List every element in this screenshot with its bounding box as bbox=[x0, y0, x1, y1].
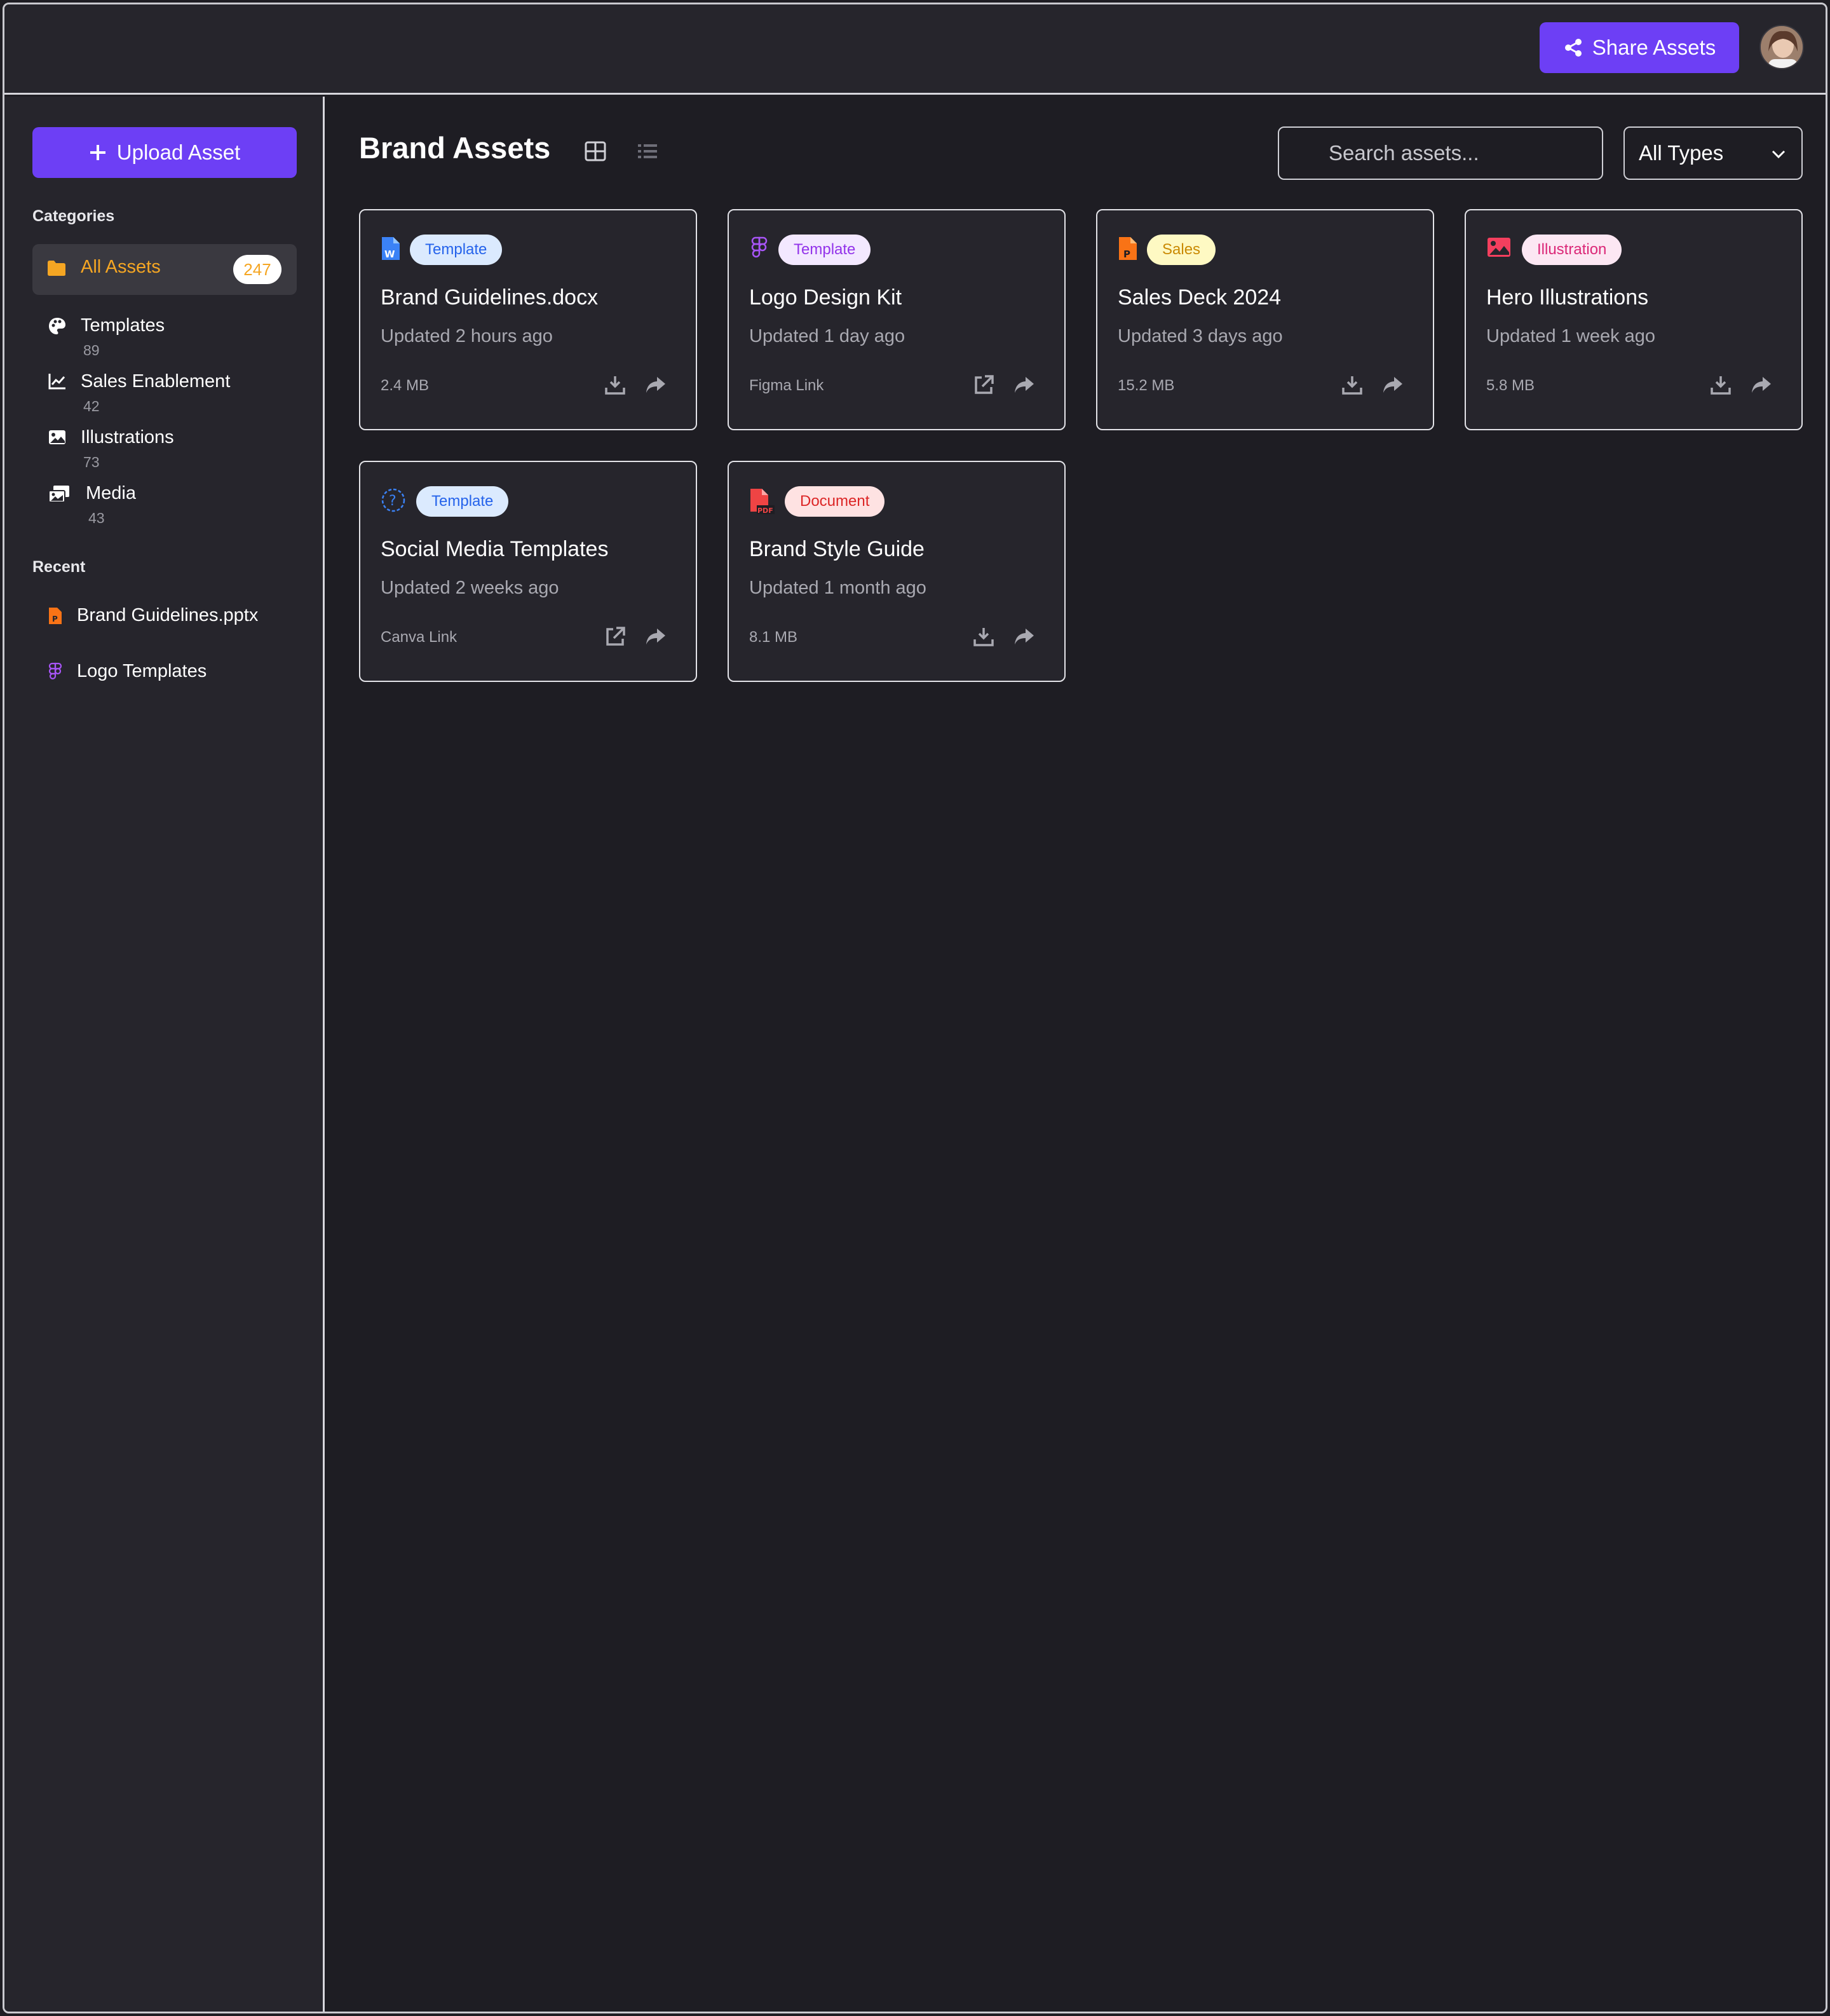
asset-link-type: Canva Link bbox=[381, 629, 458, 646]
share-icon[interactable] bbox=[1013, 374, 1035, 396]
share-assets-button[interactable]: Share Assets bbox=[1540, 22, 1739, 73]
category-count: 42 bbox=[83, 398, 100, 414]
svg-text:PDF: PDF bbox=[757, 507, 773, 514]
powerpoint-file-icon: P bbox=[1119, 237, 1137, 260]
share-assets-label: Share Assets bbox=[1592, 36, 1716, 59]
asset-title: Hero Illustrations bbox=[1486, 285, 1649, 310]
recent-item-label: Brand Guidelines.pptx bbox=[77, 605, 259, 625]
figma-icon bbox=[751, 236, 768, 258]
category-label: Templates bbox=[81, 315, 165, 336]
asset-type-badge: Template bbox=[416, 486, 509, 517]
external-link-icon[interactable] bbox=[973, 374, 994, 396]
upload-asset-button[interactable]: Upload Asset bbox=[32, 127, 297, 178]
sidebar-item-all-assets[interactable]: All Assets 247 bbox=[32, 244, 297, 295]
word-file-icon: W bbox=[382, 237, 400, 260]
grid-view-icon[interactable] bbox=[584, 140, 607, 162]
chart-line-icon bbox=[48, 374, 65, 390]
category-label: Media bbox=[86, 483, 136, 503]
categories-heading: Categories bbox=[32, 207, 115, 225]
pdf-file-icon: PDF bbox=[750, 489, 775, 514]
share-icon[interactable] bbox=[1751, 374, 1772, 396]
svg-text:P: P bbox=[1123, 249, 1130, 260]
all-assets-count-badge: 247 bbox=[233, 255, 281, 284]
asset-size: 2.4 MB bbox=[381, 377, 430, 394]
user-avatar-icon bbox=[1761, 26, 1803, 68]
asset-updated: Updated 2 weeks ago bbox=[381, 578, 559, 598]
download-icon[interactable] bbox=[1341, 374, 1363, 396]
type-filter-value: All Types bbox=[1639, 141, 1724, 165]
page-title: Brand Assets bbox=[359, 131, 551, 165]
folder-icon bbox=[48, 261, 65, 276]
asset-type-badge: Document bbox=[785, 486, 885, 517]
asset-type-badge: Template bbox=[778, 235, 871, 265]
asset-size: 8.1 MB bbox=[749, 629, 798, 646]
upload-asset-label: Upload Asset bbox=[116, 140, 241, 164]
all-assets-label: All Assets bbox=[81, 257, 161, 277]
share-icon[interactable] bbox=[1382, 374, 1404, 396]
share-nodes-icon bbox=[1564, 39, 1582, 57]
category-count: 43 bbox=[88, 510, 105, 526]
share-icon[interactable] bbox=[645, 626, 667, 648]
search-input[interactable]: Search assets... bbox=[1278, 126, 1603, 180]
asset-type-badge: Sales bbox=[1147, 235, 1216, 265]
avatar[interactable] bbox=[1759, 25, 1804, 69]
asset-card[interactable]: PDF Document Brand Style Guide Updated 1… bbox=[728, 461, 1066, 682]
asset-link-type: Figma Link bbox=[749, 377, 824, 394]
external-link-icon[interactable] bbox=[604, 626, 626, 648]
share-icon[interactable] bbox=[645, 374, 667, 396]
chevron-down-icon bbox=[1772, 150, 1786, 159]
category-count: 89 bbox=[83, 342, 100, 358]
powerpoint-file-icon: P bbox=[49, 608, 62, 624]
asset-size: 15.2 MB bbox=[1118, 377, 1175, 394]
photo-video-icon bbox=[48, 486, 69, 503]
asset-card[interactable]: ? Template Social Media Templates Update… bbox=[359, 461, 697, 682]
list-view-icon[interactable] bbox=[636, 140, 659, 162]
category-label: Illustrations bbox=[81, 427, 174, 447]
asset-title: Brand Style Guide bbox=[749, 537, 925, 561]
category-count: 73 bbox=[83, 454, 100, 470]
search-placeholder: Search assets... bbox=[1329, 141, 1479, 165]
category-label: Sales Enablement bbox=[81, 371, 231, 392]
recent-heading: Recent bbox=[32, 558, 86, 576]
sidebar: Upload Asset Categories All Assets 247 T… bbox=[4, 97, 325, 2012]
asset-title: Brand Guidelines.docx bbox=[381, 285, 599, 310]
asset-size: 5.8 MB bbox=[1486, 377, 1535, 394]
svg-text:?: ? bbox=[389, 493, 396, 509]
recent-item-label: Logo Templates bbox=[77, 661, 207, 681]
asset-title: Sales Deck 2024 bbox=[1118, 285, 1282, 310]
asset-updated: Updated 3 days ago bbox=[1118, 326, 1283, 346]
type-filter-select[interactable]: All Types bbox=[1623, 126, 1803, 180]
svg-text:P: P bbox=[52, 615, 58, 623]
asset-updated: Updated 1 week ago bbox=[1486, 326, 1656, 346]
plus-icon bbox=[90, 145, 105, 160]
share-icon[interactable] bbox=[1013, 626, 1035, 648]
figma-icon bbox=[48, 662, 62, 679]
image-icon bbox=[49, 430, 65, 444]
top-bar: Share Assets bbox=[4, 4, 1826, 95]
asset-card[interactable]: Illustration Hero Illustrations Updated … bbox=[1465, 209, 1803, 430]
download-icon[interactable] bbox=[604, 374, 626, 396]
svg-text:W: W bbox=[384, 249, 395, 260]
asset-updated: Updated 1 day ago bbox=[749, 326, 905, 346]
asset-card[interactable]: W Template Brand Guidelines.docx Updated… bbox=[359, 209, 697, 430]
asset-card[interactable]: P Sales Sales Deck 2024 Updated 3 days a… bbox=[1096, 209, 1434, 430]
download-icon[interactable] bbox=[973, 626, 994, 648]
asset-updated: Updated 2 hours ago bbox=[381, 326, 553, 346]
asset-type-badge: Illustration bbox=[1522, 235, 1622, 265]
asset-updated: Updated 1 month ago bbox=[749, 578, 926, 598]
download-icon[interactable] bbox=[1710, 374, 1732, 396]
asset-title: Logo Design Kit bbox=[749, 285, 902, 310]
app-window: Share Assets Upload Asset Categories All… bbox=[3, 3, 1827, 2013]
asset-title: Social Media Templates bbox=[381, 537, 609, 561]
question-circle-icon: ? bbox=[381, 488, 405, 512]
image-icon bbox=[1488, 238, 1510, 257]
asset-type-badge: Template bbox=[410, 235, 503, 265]
asset-card[interactable]: Template Logo Design Kit Updated 1 day a… bbox=[728, 209, 1066, 430]
palette-icon bbox=[49, 318, 65, 334]
